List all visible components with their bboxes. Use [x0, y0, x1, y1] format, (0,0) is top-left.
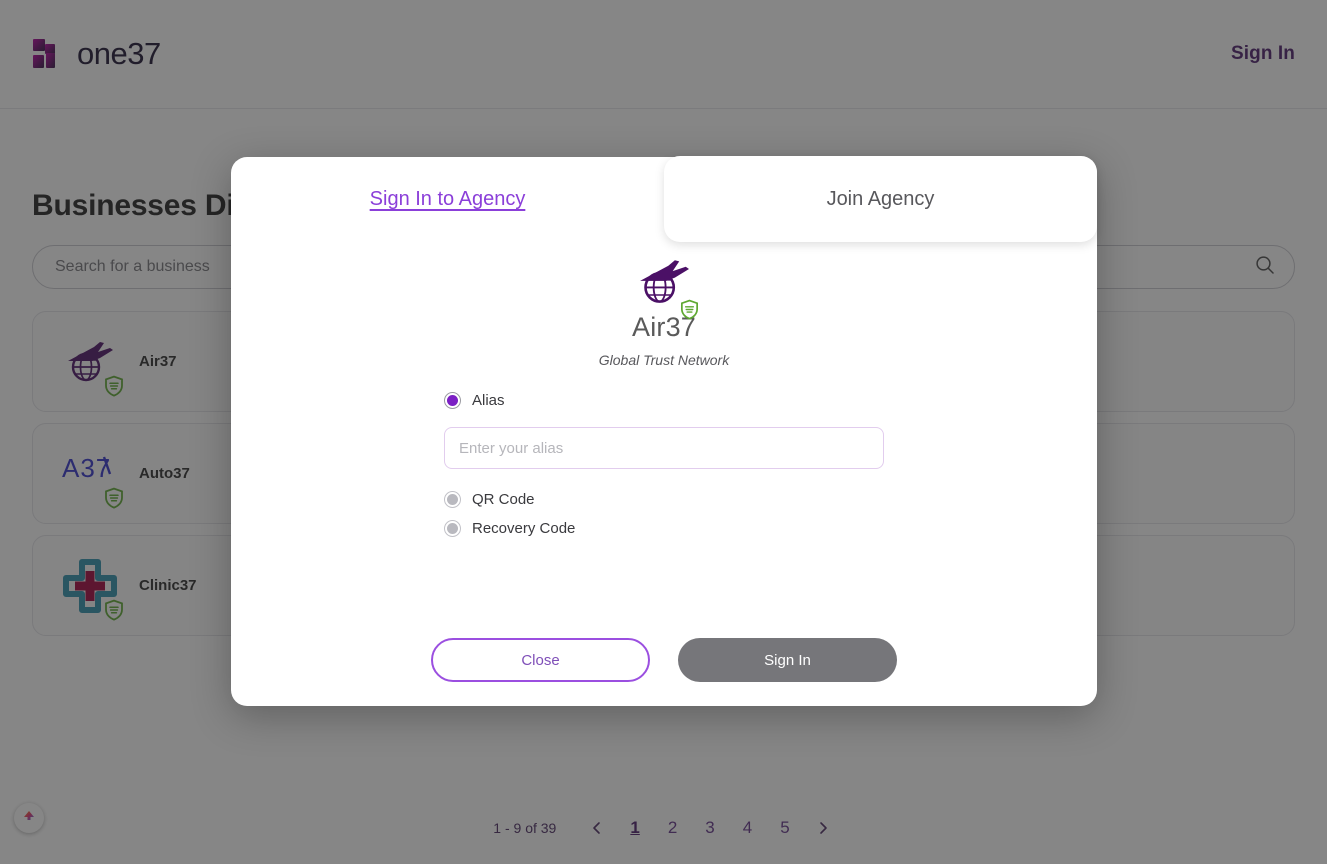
radio-option-alias[interactable]: Alias [444, 392, 884, 409]
verified-shield-icon [679, 296, 700, 320]
radio-option-recovery-code[interactable]: Recovery Code [444, 520, 884, 537]
modal-body: Air37 Global Trust Network Alias Enter y… [231, 242, 1097, 706]
radio-label-alias: Alias [472, 392, 505, 409]
alias-input[interactable] [444, 427, 884, 469]
radio-option-qr-code[interactable]: QR Code [444, 491, 884, 508]
modal-actions: Close Sign In [231, 638, 1097, 682]
radio-indicator-recovery-code[interactable] [444, 520, 461, 537]
app-root: one37 Sign In Businesses Directory [0, 0, 1327, 864]
radio-label-qr-code: QR Code [472, 491, 535, 508]
agency-tagline: Global Trust Network [598, 352, 730, 368]
radio-indicator-alias[interactable] [444, 392, 461, 409]
radio-indicator-qr-code[interactable] [444, 491, 461, 508]
sign-in-form: Alias QR Code Recovery Code [444, 392, 884, 537]
tab-join-agency[interactable]: Join Agency [664, 156, 1097, 242]
sign-in-button[interactable]: Sign In [678, 638, 897, 682]
modal-tabs: Sign In to Agency Join Agency [231, 156, 1097, 242]
radio-group-other-methods: QR Code Recovery Code [444, 491, 884, 537]
tab-sign-in-to-agency[interactable]: Sign In to Agency [231, 157, 664, 242]
radio-label-recovery-code: Recovery Code [472, 520, 576, 537]
close-button[interactable]: Close [431, 638, 650, 682]
sign-in-modal: Sign In to Agency Join Agency Air37 Glob… [231, 156, 1097, 706]
agency-name-wrap: Air37 [632, 299, 699, 343]
